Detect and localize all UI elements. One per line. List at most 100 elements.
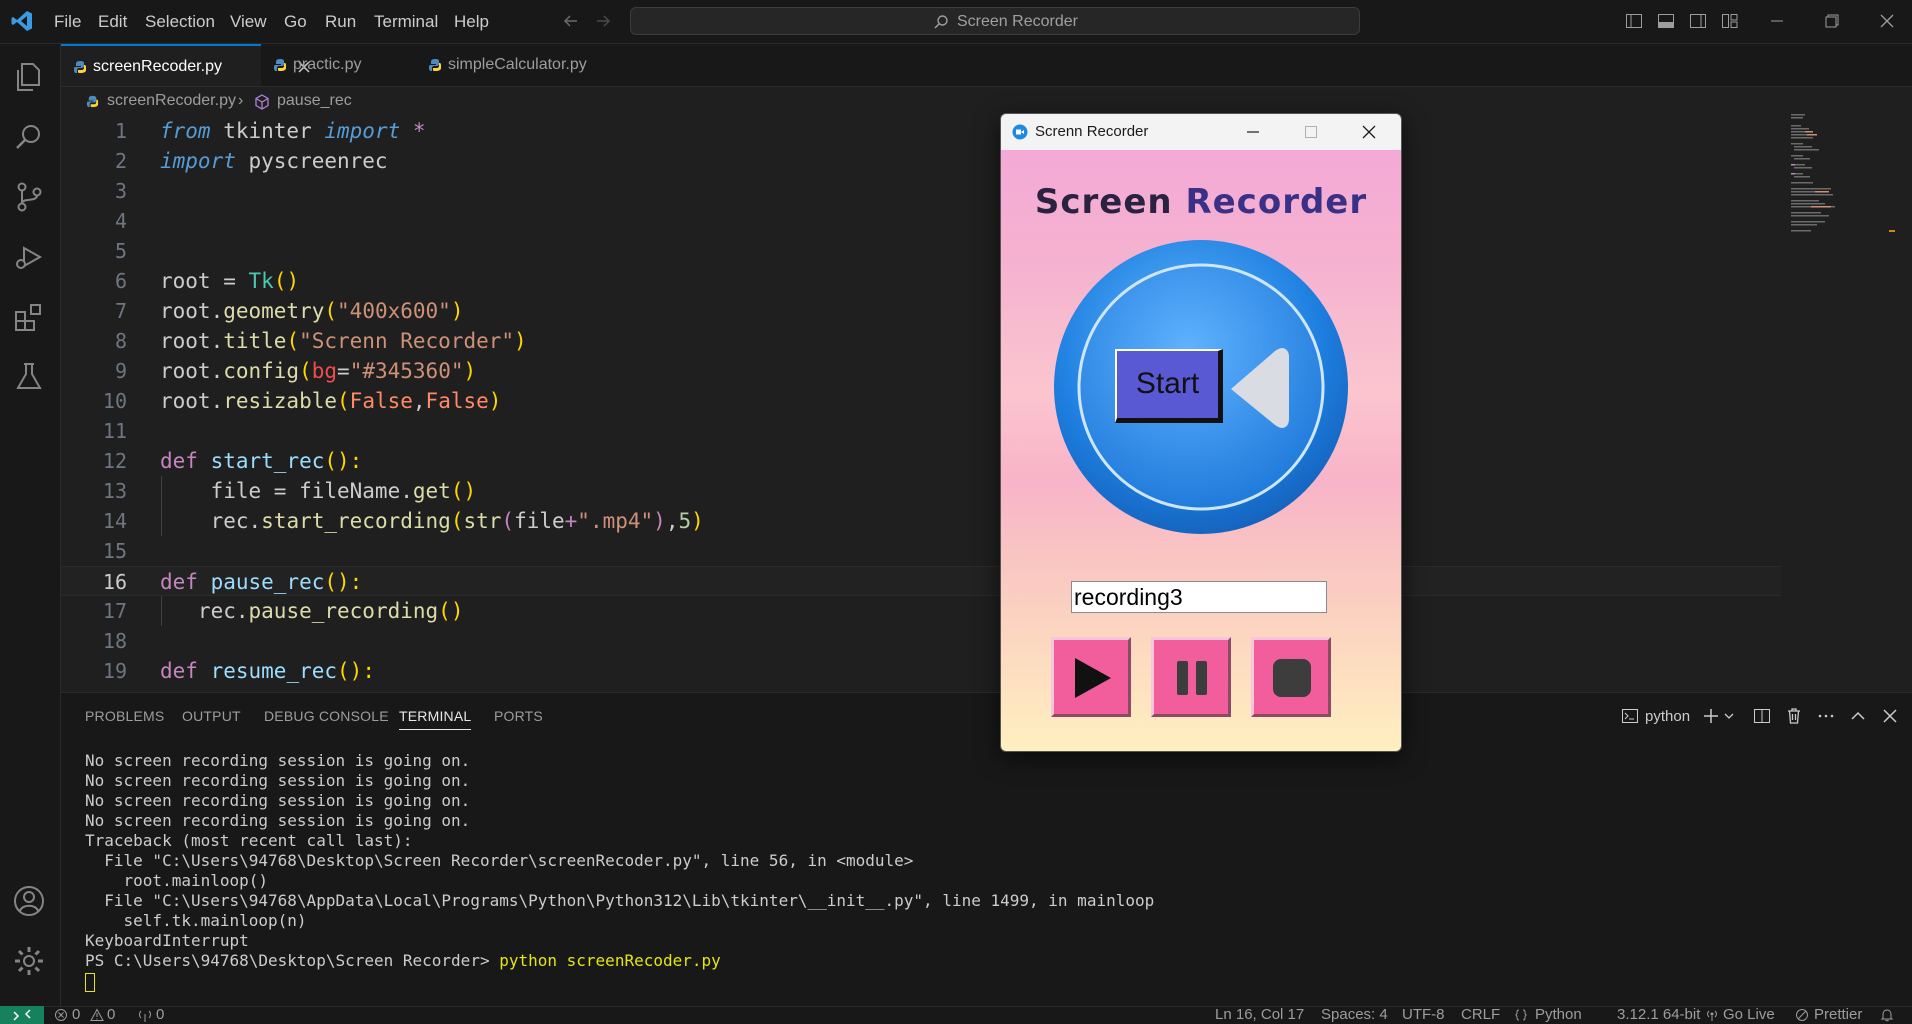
- back-arrow-icon[interactable]: [562, 12, 580, 30]
- code-text: root.: [160, 329, 224, 353]
- tab-problems[interactable]: PROBLEMS: [85, 708, 164, 724]
- menu-selection[interactable]: Selection: [145, 12, 215, 32]
- menu-terminal[interactable]: Terminal: [374, 12, 438, 32]
- end-of-line[interactable]: CRLF: [1461, 1006, 1500, 1023]
- minimap[interactable]: [1785, 112, 1895, 252]
- toggle-secondary-sidebar-icon[interactable]: [1689, 12, 1707, 30]
- accounts-icon[interactable]: [12, 884, 46, 918]
- testing-flask-icon[interactable]: [12, 360, 46, 394]
- warning-count[interactable]: 0: [107, 1006, 115, 1023]
- play-icon: [1075, 658, 1111, 698]
- code-function: geometry: [223, 299, 325, 323]
- prettier-status[interactable]: Prettier: [1814, 1006, 1862, 1023]
- line-number: 14: [102, 509, 127, 533]
- tab-debug-console[interactable]: DEBUG CONSOLE: [264, 708, 389, 724]
- tab-simplecalculator[interactable]: simpleCalculator.py: [416, 44, 631, 86]
- breadcrumb-symbol[interactable]: pause_rec: [277, 92, 352, 110]
- ports-antenna-icon[interactable]: [137, 1008, 153, 1022]
- code-line: 7 root.geometry("400x600"): [61, 296, 1781, 326]
- customize-layout-icon[interactable]: [1721, 12, 1739, 30]
- filename-input[interactable]: recording3: [1071, 581, 1327, 613]
- start-button[interactable]: Start: [1115, 349, 1223, 423]
- tab-output[interactable]: OUTPUT: [182, 708, 241, 724]
- language-mode[interactable]: Python: [1535, 1006, 1582, 1023]
- chevron-down-icon[interactable]: [1723, 707, 1735, 725]
- cursor-position[interactable]: Ln 16, Col 17: [1215, 1006, 1304, 1023]
- command-center-search[interactable]: Screen Recorder: [630, 7, 1360, 35]
- python-interpreter[interactable]: 3.12.1 64-bit: [1617, 1006, 1700, 1023]
- window-title-bar[interactable]: Screnn Recorder: [1001, 114, 1401, 150]
- code-text: *: [400, 119, 426, 143]
- close-window-icon[interactable]: [1878, 12, 1896, 30]
- code-paren: (: [324, 299, 338, 323]
- close-panel-icon[interactable]: [1881, 707, 1899, 725]
- menu-help[interactable]: Help: [454, 12, 489, 32]
- keyword: def: [160, 449, 198, 473]
- forward-arrow-icon[interactable]: [594, 12, 612, 30]
- run-debug-icon[interactable]: [12, 240, 46, 274]
- ports-count[interactable]: 0: [156, 1006, 164, 1023]
- code-line: 15: [61, 536, 1781, 566]
- error-count[interactable]: 0: [72, 1006, 80, 1023]
- broadcast-icon[interactable]: [1705, 1008, 1719, 1022]
- code-paren: ): [488, 389, 502, 413]
- pause-button[interactable]: [1151, 637, 1231, 717]
- terminal-output[interactable]: No screen recording session is going on.…: [85, 751, 1154, 971]
- source-control-icon[interactable]: [12, 180, 46, 214]
- indent-guide: [161, 476, 162, 536]
- close-icon[interactable]: [1361, 124, 1377, 140]
- go-live[interactable]: Go Live: [1723, 1006, 1775, 1023]
- indentation[interactable]: Spaces: 4: [1321, 1006, 1388, 1023]
- menu-file[interactable]: File: [54, 12, 81, 32]
- encoding[interactable]: UTF-8: [1402, 1006, 1445, 1023]
- settings-gear-icon[interactable]: [12, 944, 46, 978]
- tab-ports[interactable]: PORTS: [494, 708, 543, 724]
- toggle-primary-sidebar-icon[interactable]: [1625, 12, 1643, 30]
- code-string: ".mp4": [577, 509, 654, 533]
- code-constant: False: [349, 389, 413, 413]
- explorer-icon[interactable]: [12, 60, 46, 94]
- code-operator: +: [564, 509, 578, 533]
- tab-practic[interactable]: practic.py: [261, 44, 416, 86]
- tab-label: practic.py: [293, 56, 362, 73]
- warning-icon[interactable]: [90, 1008, 104, 1022]
- code-param: bg: [311, 359, 338, 383]
- menu-go[interactable]: Go: [284, 12, 307, 32]
- code-function: config: [223, 359, 300, 383]
- minimize-icon[interactable]: [1245, 124, 1261, 140]
- notifications-bell-icon[interactable]: [1880, 1008, 1894, 1022]
- keyword: from: [160, 119, 211, 143]
- more-actions-icon[interactable]: [1817, 707, 1835, 725]
- code-number: 5: [678, 509, 692, 533]
- code-string: "Screnn Recorder": [299, 329, 515, 353]
- remote-indicator[interactable]: [0, 1006, 44, 1024]
- code-text: root.: [160, 389, 224, 413]
- python-file-icon: [73, 60, 87, 74]
- terminal-name[interactable]: python: [1645, 708, 1690, 725]
- trash-icon[interactable]: [1785, 707, 1803, 725]
- menu-edit[interactable]: Edit: [98, 12, 127, 32]
- terminal-line: self.tk.mainloop(n): [85, 911, 307, 930]
- menu-view[interactable]: View: [230, 12, 267, 32]
- error-icon[interactable]: [54, 1008, 68, 1022]
- minimize-window-icon[interactable]: [1768, 12, 1786, 30]
- stop-button[interactable]: [1251, 637, 1331, 717]
- tab-screenrecoder[interactable]: screenRecoder.py: [61, 44, 310, 86]
- terminal-line: No screen recording session is going on.: [85, 751, 471, 770]
- breadcrumb-file[interactable]: screenRecoder.py: [107, 92, 236, 110]
- toggle-panel-icon[interactable]: [1657, 12, 1675, 30]
- code-editor[interactable]: 1 from tkinter import * 2 import pyscreenr…: [61, 116, 1781, 690]
- tab-terminal[interactable]: TERMINAL: [399, 708, 472, 730]
- prettier-icon[interactable]: [1795, 1008, 1809, 1022]
- menu-run[interactable]: Run: [325, 12, 356, 32]
- extensions-icon[interactable]: [12, 300, 46, 334]
- restore-window-icon[interactable]: [1823, 12, 1841, 30]
- line-number: 16: [102, 570, 127, 594]
- language-braces-icon[interactable]: [1514, 1008, 1528, 1022]
- search-icon[interactable]: [12, 120, 46, 154]
- maximize-panel-chevron-up-icon[interactable]: [1849, 707, 1867, 725]
- split-terminal-icon[interactable]: [1753, 707, 1771, 725]
- line-number: 1: [114, 119, 127, 143]
- new-terminal-plus-icon[interactable]: [1702, 707, 1720, 725]
- play-button[interactable]: [1051, 637, 1131, 717]
